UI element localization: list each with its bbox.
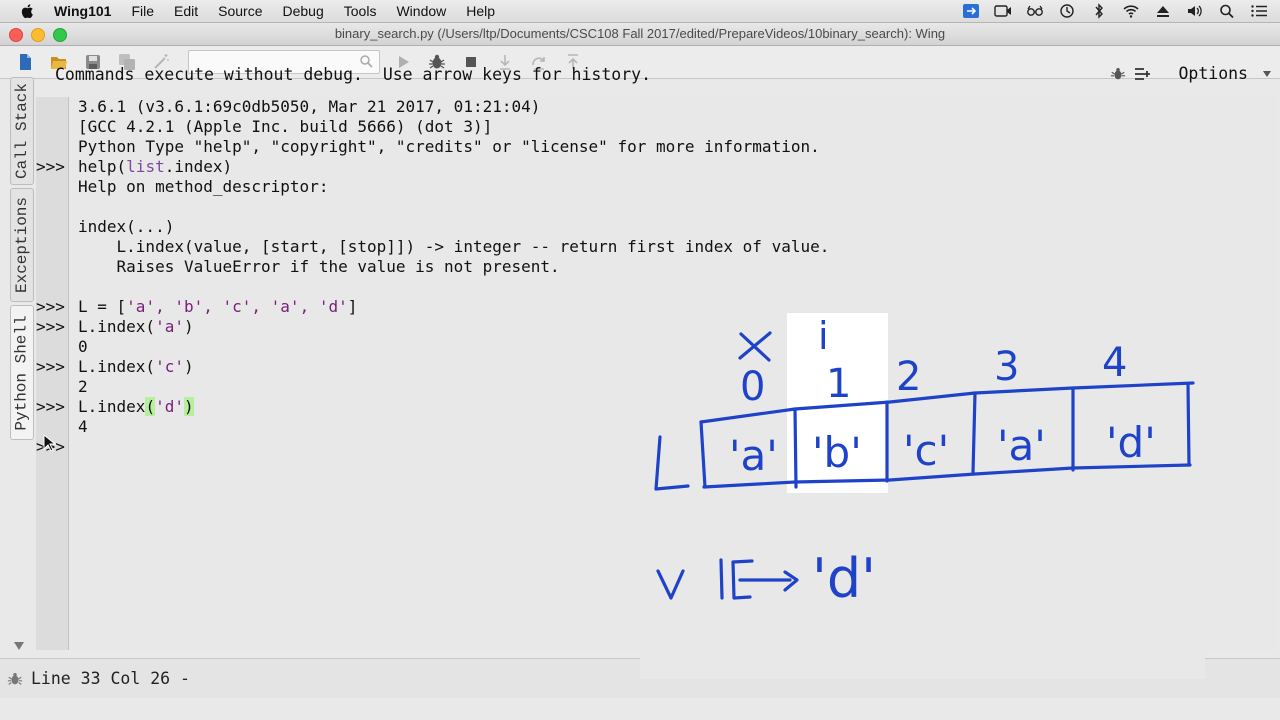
shell-line: 3.6.1 (v3.6.1:69c0db5050, Mar 21 2017, 0… <box>78 97 541 116</box>
bug-status-icon[interactable] <box>7 671 23 687</box>
shell-info-message: Commands execute without debug. Use arro… <box>55 64 652 84</box>
shell-line: 4 <box>78 417 88 436</box>
shell-line: >>> help(list.index) <box>36 157 233 176</box>
zoom-window-button[interactable] <box>53 28 67 42</box>
minimize-window-button[interactable] <box>31 28 45 42</box>
python-shell-output[interactable]: 3.6.1 (v3.6.1:69c0db5050, Mar 21 2017, 0… <box>36 97 1276 650</box>
menu-bar: Wing101 File Edit Source Debug Tools Win… <box>0 0 1280 23</box>
shell-line: >>> <box>36 437 1269 457</box>
chevron-down-icon[interactable] <box>1262 69 1272 79</box>
shell-line: >>> L.index('c') <box>36 357 194 376</box>
prompt: >>> <box>36 357 65 376</box>
matched-bracket-highlight: ) <box>183 397 194 416</box>
eject-icon[interactable] <box>1154 3 1172 19</box>
shell-line: >>> L.index('d') <box>36 397 194 416</box>
prompt: >>> <box>36 397 65 416</box>
menu-source[interactable]: Source <box>218 3 262 19</box>
list-add-icon[interactable] <box>1134 66 1152 82</box>
mouse-cursor-icon <box>43 434 57 452</box>
debug-shell-icon[interactable] <box>1110 66 1126 82</box>
side-tool-tabs: Call Stack Exceptions Python Shell <box>10 55 34 460</box>
status-bar: Line 33 Col 26 - <box>0 658 1280 698</box>
shell-line: 2 <box>78 377 88 396</box>
menu-app-name[interactable]: Wing101 <box>54 3 111 19</box>
menu-window[interactable]: Window <box>396 3 446 19</box>
status-tray <box>962 0 1268 22</box>
shell-line: [GCC 4.2.1 (Apple Inc. build 5666) (dot … <box>78 117 493 136</box>
shell-line: >>> L = ['a', 'b', 'c', 'a', 'd'] <box>36 297 358 316</box>
window-title: binary_search.py (/Users/ltp/Documents/C… <box>334 26 946 41</box>
tab-python-shell-label: Python Shell <box>13 314 31 431</box>
wifi-icon[interactable] <box>1122 3 1140 19</box>
shell-header: Commands execute without debug. Use arro… <box>36 56 1280 92</box>
tab-call-stack-label: Call Stack <box>13 82 32 180</box>
menu-file[interactable]: File <box>131 3 154 19</box>
tab-exceptions[interactable]: Exceptions <box>10 188 34 302</box>
screen-share-icon[interactable] <box>962 3 980 19</box>
menu-help[interactable]: Help <box>466 3 495 19</box>
shell-line: index(...) <box>78 217 175 236</box>
menu-tools[interactable]: Tools <box>344 3 377 19</box>
cursor-position: Line 33 Col 26 - <box>31 669 190 688</box>
tab-exceptions-label: Exceptions <box>13 196 32 294</box>
notification-center-icon[interactable] <box>1250 3 1268 19</box>
time-machine-icon[interactable] <box>1058 3 1076 19</box>
window-title-bar: binary_search.py (/Users/ltp/Documents/C… <box>0 23 1280 46</box>
video-camera-icon[interactable] <box>994 3 1012 19</box>
close-window-button[interactable] <box>9 28 23 42</box>
prompt: >>> <box>36 317 65 336</box>
shell-line: Python Type "help", "copyright", "credit… <box>78 137 820 156</box>
menu-debug[interactable]: Debug <box>283 3 324 19</box>
scroll-down-arrow-icon[interactable] <box>13 641 25 651</box>
glasses-icon[interactable] <box>1026 3 1044 19</box>
tab-call-stack[interactable]: Call Stack <box>10 77 34 185</box>
shell-line: Raises ValueError if the value is not pr… <box>78 257 560 276</box>
menu-edit[interactable]: Edit <box>174 3 198 19</box>
shell-line: Help on method_descriptor: <box>78 177 329 196</box>
bluetooth-icon[interactable] <box>1090 3 1108 19</box>
tab-python-shell[interactable]: Python Shell <box>10 305 34 440</box>
prompt: >>> <box>36 297 65 316</box>
prompt: >>> <box>36 157 65 176</box>
shell-header-controls: Options <box>1110 64 1272 83</box>
shell-line: 0 <box>78 337 88 356</box>
spotlight-search-icon[interactable] <box>1218 3 1236 19</box>
volume-icon[interactable] <box>1186 3 1204 19</box>
traffic-lights <box>9 28 67 42</box>
shell-line: L.index(value, [start, [stop]]) -> integ… <box>78 237 830 256</box>
matched-bracket-highlight: ( <box>145 397 156 416</box>
apple-icon[interactable] <box>20 3 36 19</box>
options-menu[interactable]: Options <box>1178 64 1248 83</box>
shell-line: >>> L.index('a') <box>36 317 194 336</box>
